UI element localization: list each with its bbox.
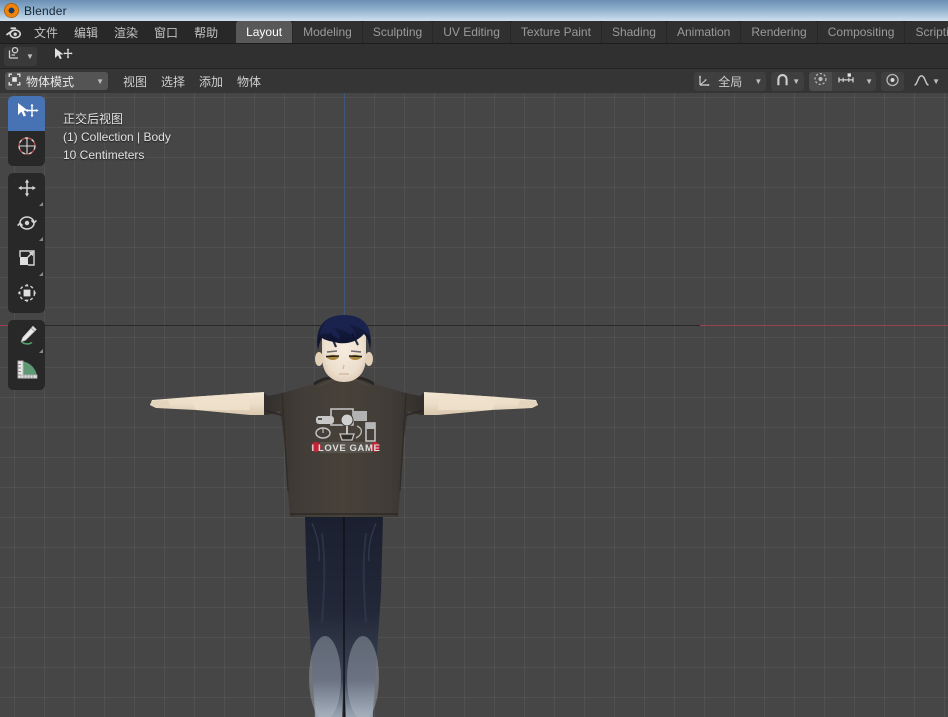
transform-icon xyxy=(15,281,39,310)
annotate-pencil-icon xyxy=(14,323,40,352)
chevron-down-icon: ▼ xyxy=(754,76,763,86)
viewport-menu-select[interactable]: 选择 xyxy=(154,71,192,92)
chevron-down-icon: ▼ xyxy=(932,76,940,86)
workspace-tabs: Layout Modeling Sculpting UV Editing Tex… xyxy=(236,21,948,43)
tool-measure[interactable] xyxy=(8,355,45,390)
3d-cursor-icon xyxy=(15,134,39,163)
character-head xyxy=(315,315,373,382)
tool-rotate[interactable] xyxy=(8,208,45,243)
blender-logo-icon xyxy=(5,4,18,17)
active-tool-indicator xyxy=(49,47,79,66)
falloff-curve-dropdown[interactable]: ▼ xyxy=(909,72,944,91)
proportional-falloff-dropdown[interactable]: ▼ xyxy=(860,71,877,91)
move-arrows-icon xyxy=(15,176,39,205)
menu-file[interactable]: 文件 xyxy=(26,21,66,43)
tool-cursor[interactable] xyxy=(8,131,45,166)
proportional-size-field[interactable] xyxy=(832,71,861,91)
character-arm-right xyxy=(422,392,538,415)
viewport-menu-view[interactable]: 视图 xyxy=(116,71,154,92)
rotate-icon xyxy=(15,211,39,240)
snapping-toggle[interactable]: ▼ xyxy=(771,71,805,91)
window-title: Blender xyxy=(24,3,67,18)
interaction-mode-dropdown[interactable]: 物体模式 ▼ xyxy=(5,72,108,90)
transform-orientation-label: 全局 xyxy=(718,74,743,89)
toolbar-group-select xyxy=(8,96,45,166)
editor-type-selector[interactable]: ▼ xyxy=(4,46,37,66)
tool-move[interactable] xyxy=(8,173,45,208)
mirror-icon xyxy=(885,73,900,90)
magnet-icon xyxy=(775,73,790,90)
tool-tweak[interactable] xyxy=(8,96,45,131)
viewport-header: 物体模式 ▼ 视图 选择 添加 物体 全局 ▼ ▼ ▼ ▼ xyxy=(0,69,948,93)
proportional-editing-toggle[interactable] xyxy=(809,71,833,91)
proportional-editing-icon xyxy=(813,72,828,91)
shirt-print-text: I LOVE GAME xyxy=(312,443,381,454)
viewport-menu-add[interactable]: 添加 xyxy=(192,71,230,92)
character-jeans xyxy=(305,517,383,717)
tab-modeling[interactable]: Modeling xyxy=(293,21,362,43)
viewport-header-right-controls: 全局 ▼ ▼ ▼ ▼ xyxy=(689,69,944,93)
cursor-arrow-move-icon xyxy=(14,101,40,126)
mirror-options-toggle[interactable] xyxy=(881,71,905,91)
menu-render[interactable]: 渲染 xyxy=(106,21,146,43)
tab-uv-editing[interactable]: UV Editing xyxy=(433,21,510,43)
tab-scripting[interactable]: Scripting xyxy=(905,21,948,43)
character-tshirt: I LOVE GAME xyxy=(264,375,424,517)
tab-layout[interactable]: Layout xyxy=(236,21,293,43)
window-titlebar: Blender xyxy=(0,0,948,21)
tool-scale[interactable] xyxy=(8,243,45,278)
orientation-global-icon xyxy=(698,73,713,90)
tab-compositing[interactable]: Compositing xyxy=(817,21,905,43)
proportional-editing-group: ▼ xyxy=(809,71,877,91)
tab-rendering[interactable]: Rendering xyxy=(741,21,817,43)
character-model[interactable]: I LOVE GAME xyxy=(0,93,948,717)
transform-orientation-dropdown[interactable]: 全局 ▼ xyxy=(694,71,767,91)
scale-icon xyxy=(15,246,39,275)
tweak-tool-icon xyxy=(52,46,76,67)
viewport-menu-object[interactable]: 物体 xyxy=(230,71,268,92)
tool-settings-header: ▼ xyxy=(0,44,948,69)
toolbar-group-annotate xyxy=(8,320,45,390)
3d-viewport[interactable]: I LOVE GAME 正交后视图 (1) Collection | Body … xyxy=(0,93,948,717)
menu-edit[interactable]: 编辑 xyxy=(66,21,106,43)
chevron-down-icon: ▼ xyxy=(96,76,104,86)
chevron-down-icon: ▼ xyxy=(26,51,34,61)
character-arm-left xyxy=(150,392,266,415)
tool-annotate[interactable] xyxy=(8,320,45,355)
topbar: 文件 编辑 渲染 窗口 帮助 Layout Modeling Sculpting… xyxy=(0,21,948,44)
viewport-toolbar xyxy=(8,96,45,397)
measure-ruler-icon xyxy=(14,358,40,387)
chevron-down-icon: ▼ xyxy=(792,76,801,86)
chevron-down-icon: ▼ xyxy=(865,76,874,86)
editor-type-3d-viewport-icon xyxy=(7,46,24,66)
tool-transform[interactable] xyxy=(8,278,45,313)
tab-sculpting[interactable]: Sculpting xyxy=(362,21,433,43)
tab-texture-paint[interactable]: Texture Paint xyxy=(510,21,601,43)
proportional-size-icon xyxy=(836,72,856,91)
interaction-mode-label: 物体模式 xyxy=(26,74,75,89)
menu-help[interactable]: 帮助 xyxy=(186,21,226,43)
menu-window[interactable]: 窗口 xyxy=(146,21,186,43)
tab-animation[interactable]: Animation xyxy=(666,21,741,43)
toolbar-group-transform xyxy=(8,173,45,313)
blender-logo-icon[interactable] xyxy=(0,21,26,43)
tab-shading[interactable]: Shading xyxy=(601,21,666,43)
object-mode-icon xyxy=(8,73,21,89)
smooth-falloff-icon xyxy=(913,73,930,90)
